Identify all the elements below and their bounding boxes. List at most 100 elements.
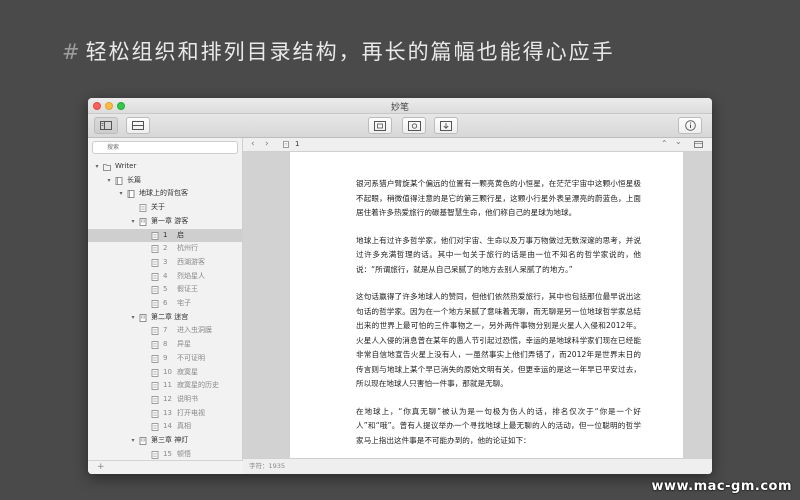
tree-item-number: 11	[163, 381, 172, 390]
tree-item-label: 关于	[151, 203, 165, 212]
sidebar-icon	[100, 121, 112, 130]
document-icon	[151, 272, 159, 281]
tree-item[interactable]: ▾ 第一章 游客	[88, 215, 243, 229]
tree-item-number: 5	[163, 285, 168, 294]
tree-item[interactable]: ▾ 地球上的背包客	[88, 187, 243, 201]
tree-item-label: 假证王	[177, 285, 198, 294]
disclosure-triangle-icon[interactable]: ▾	[129, 311, 137, 325]
info-button[interactable]	[678, 117, 702, 134]
disclosure-triangle-icon[interactable]: ▾	[93, 160, 101, 174]
window-title: 妙笔	[390, 103, 409, 113]
book-icon	[115, 176, 123, 185]
document-icon	[283, 141, 289, 148]
disclosure-triangle-icon[interactable]: ▾	[105, 174, 113, 188]
chevron-down-icon[interactable]: ⌄	[675, 135, 682, 148]
tree-item[interactable]: 2 杭州行	[88, 242, 243, 256]
paragraph: 这句话赢得了许多地球人的赞同，但他们依然热爱旅行，其中也包括那位最早说出这句话的…	[356, 292, 641, 388]
document-icon	[151, 245, 159, 254]
tree-item-number: 10	[163, 367, 172, 376]
tree-item-label: 第一章 游客	[151, 216, 189, 225]
tree-item-label: 进入虫洞膜	[177, 326, 212, 335]
tree-item[interactable]: 11 寂寞星的历史	[88, 379, 243, 393]
tree-item-number: 2	[163, 244, 168, 253]
paragraph: 银河系猎户臂旋某个偏远的位置有一颗亮黄色的小恒星，在茫茫宇宙中这颗小恒星极不起眼…	[356, 179, 641, 217]
document-icon	[151, 368, 159, 377]
export-button[interactable]	[434, 117, 458, 134]
tree-item-label: 西湖游客	[177, 257, 205, 266]
tree-item[interactable]: ▾ 第二章 迷宫	[88, 311, 243, 325]
preview-button[interactable]	[402, 117, 426, 134]
tree-item-number: 8	[163, 340, 168, 349]
chevron-up-icon[interactable]: ⌃	[661, 137, 668, 150]
document-icon	[151, 258, 159, 267]
sidebar-toggle-button[interactable]	[94, 117, 118, 134]
document-icon	[139, 204, 147, 212]
app-window: 妙笔 ▾Writer▾长篇▾地球上的背包客关于▾第一章 游客1启2杭州行3西湖游…	[88, 98, 712, 474]
tree-item-label: 说明书	[177, 394, 198, 403]
tree-item[interactable]: 3 西湖游客	[88, 256, 243, 270]
path-bar: ‹ › 1 ⌃ ⌄	[243, 135, 712, 152]
document-icon	[151, 231, 159, 240]
tree-item[interactable]: 8 异星	[88, 338, 243, 352]
tree-item[interactable]: 10 寂寞星	[88, 366, 243, 380]
forward-arrow-icon[interactable]: ›	[265, 138, 269, 151]
tree-item-label: 打开电视	[177, 408, 205, 417]
search-input[interactable]	[92, 141, 238, 154]
tree-item-number: 9	[163, 353, 168, 362]
paragraph: 地球上有过许多哲学家，他们对宇宙、生命以及万事万物做过无数深邃的思考，并说过许多…	[356, 235, 641, 274]
tree-item-number: 14	[163, 422, 172, 431]
headline: # 轻松组织和排列目录结构，再长的篇幅也能得心应手	[62, 36, 615, 66]
tree-item-number: 12	[163, 394, 172, 403]
tree-item-label: 烈焰星人	[177, 271, 205, 280]
document-icon	[151, 409, 159, 418]
tree-item[interactable]: ▾ 第三章 神灯	[88, 434, 243, 448]
tree-item[interactable]: 7 进入虫洞膜	[88, 324, 243, 338]
tree-item[interactable]: 5 假证王	[88, 283, 243, 297]
tree-item[interactable]: 关于	[88, 201, 243, 215]
tree-item-number: 7	[163, 326, 168, 335]
disclosure-triangle-icon[interactable]: ▾	[129, 434, 137, 448]
preview-icon	[407, 120, 421, 131]
editor: ‹ › 1 ⌃ ⌄ 银河系猎户臂旋某个偏远的位置有一颗亮黄色的小恒星，在茫茫宇宙…	[243, 135, 712, 474]
status-bar: 字符：1935	[243, 458, 712, 474]
split-view-icon[interactable]	[694, 141, 703, 148]
tree-item-label: 第二章 迷宫	[151, 312, 189, 321]
tree-item-number: 13	[163, 408, 172, 417]
document-icon	[151, 286, 159, 295]
book-icon	[127, 190, 135, 199]
tree-item-label: 异星	[177, 340, 191, 349]
add-item-button[interactable]: +	[88, 460, 243, 474]
tree-item[interactable]: 14 真相	[88, 420, 243, 434]
tree-item-label: 寂寞星	[177, 367, 198, 376]
tree-item[interactable]: 12 说明书	[88, 393, 243, 407]
chapter-icon	[139, 217, 147, 226]
tree-item[interactable]: 4 烈焰星人	[88, 270, 243, 284]
tree-item-label: 不可证明	[177, 353, 205, 362]
tree-item-label: 宅子	[177, 299, 191, 307]
tree-item[interactable]: ▾ 长篇	[88, 174, 243, 188]
scrollbar[interactable]	[704, 152, 712, 458]
disclosure-triangle-icon[interactable]: ▾	[117, 187, 125, 201]
tree-item[interactable]: 13 打开电视	[88, 407, 243, 421]
tree-item[interactable]: 9 不可证明	[88, 352, 243, 366]
tree-item-label: 长篇	[127, 175, 141, 184]
headline-text: 轻松组织和排列目录结构，再长的篇幅也能得心应手	[85, 40, 615, 64]
layout-button[interactable]	[126, 117, 150, 134]
tree-item-number: 3	[163, 257, 168, 266]
back-arrow-icon[interactable]: ‹	[251, 138, 255, 151]
character-count: 字符：1935	[249, 462, 286, 470]
title-bar: 妙笔	[88, 98, 712, 114]
tree-item[interactable]: 6 宅子	[88, 297, 243, 311]
tree-item-number: 1	[163, 230, 168, 239]
document-page[interactable]: 银河系猎户臂旋某个偏远的位置有一颗亮黄色的小恒星，在茫茫宇宙中这颗小恒星极不起眼…	[290, 152, 683, 458]
tree-item[interactable]: ▾ Writer	[88, 160, 243, 174]
focus-mode-button[interactable]	[368, 117, 392, 134]
document-icon	[151, 395, 159, 404]
toolbar	[88, 114, 712, 138]
disclosure-triangle-icon[interactable]: ▾	[129, 215, 137, 229]
tree-item[interactable]: 1启	[88, 228, 243, 243]
path-label: 1	[295, 140, 300, 148]
tree-item-label: 杭州行	[177, 244, 198, 253]
document-icon	[151, 382, 159, 391]
focus-icon	[374, 120, 386, 131]
